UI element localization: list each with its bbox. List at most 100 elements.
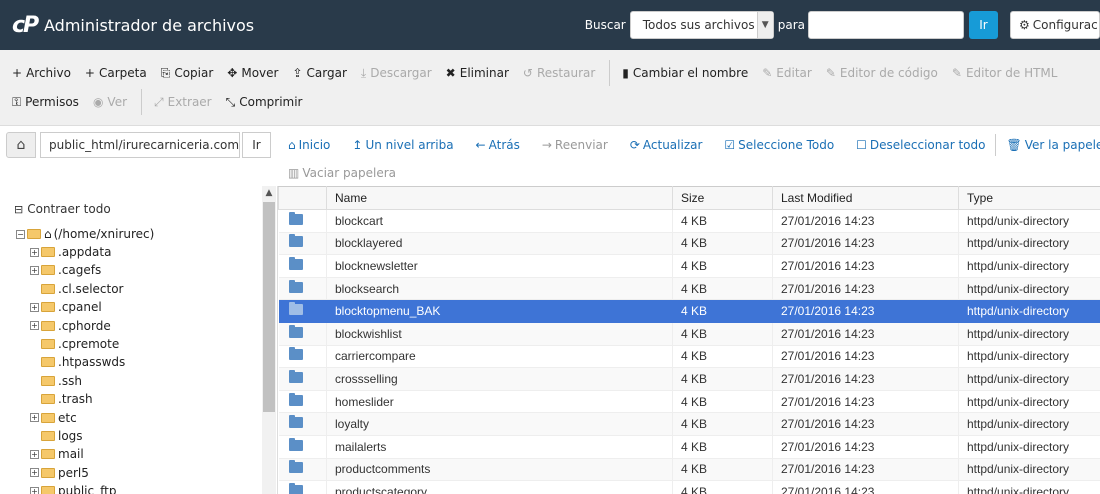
table-row[interactable]: mailalerts 4 KB 27/01/2016 14:23 httpd/unix… bbox=[278, 435, 1100, 459]
table-row[interactable]: loyalty 4 KB 27/01/2016 14:23 httpd/unix-di… bbox=[278, 412, 1100, 436]
table-row[interactable]: blocknewsletter 4 KB 27/01/2016 14:23 httpd… bbox=[278, 254, 1100, 278]
table-row[interactable]: productscategory 4 KB 27/01/2016 14:23 http… bbox=[278, 480, 1100, 494]
settings-button[interactable]: ⚙ Configurac bbox=[1010, 11, 1100, 39]
tree-item[interactable]: .cl.selector bbox=[30, 282, 124, 296]
delete-button[interactable]: ✖ Eliminar bbox=[446, 66, 509, 80]
empty-trash-link[interactable]: ▥ Vaciar papelera bbox=[288, 166, 396, 180]
column-header-type[interactable]: Type bbox=[958, 186, 1100, 210]
home-icon[interactable]: ⌂ bbox=[6, 132, 36, 158]
expand-toggle-icon[interactable]: + bbox=[30, 449, 39, 459]
empty-trash-label: Vaciar papelera bbox=[302, 166, 396, 180]
html-editor-button[interactable]: ✎ Editor de HTML bbox=[952, 66, 1058, 80]
row-icon-cell bbox=[278, 412, 327, 436]
expand-toggle-icon[interactable]: + bbox=[30, 302, 39, 312]
expand-toggle-icon[interactable]: + bbox=[30, 321, 39, 331]
rename-button[interactable]: ▮ Cambiar el nombre bbox=[622, 66, 748, 80]
expand-toggle-icon[interactable]: + bbox=[30, 265, 39, 275]
file-type: httpd/unix-directory bbox=[958, 367, 1100, 391]
row-icon-cell bbox=[278, 390, 327, 414]
upload-button[interactable]: ⇪ Cargar bbox=[292, 66, 346, 80]
back-icon: ← bbox=[475, 138, 486, 152]
expand-toggle-icon[interactable]: + bbox=[30, 247, 39, 257]
collapse-toggle-icon[interactable]: − bbox=[16, 229, 25, 239]
search-input[interactable] bbox=[808, 11, 964, 39]
search-label: Buscar bbox=[584, 18, 626, 32]
search-go-button[interactable]: Ir bbox=[969, 11, 998, 39]
scroll-thumb[interactable] bbox=[263, 202, 275, 412]
file-type: httpd/unix-directory bbox=[958, 209, 1100, 233]
table-row[interactable]: blocktopmenu_BAK 4 KB 27/01/2016 14:23 http… bbox=[278, 299, 1100, 323]
tree-item[interactable]: .trash bbox=[30, 392, 93, 406]
file-type: httpd/unix-directory bbox=[958, 232, 1100, 256]
permissions-button[interactable]: ⚿ Permisos bbox=[12, 95, 79, 110]
select-all-link[interactable]: ☑ Seleccione Todo bbox=[724, 138, 834, 152]
download-button[interactable]: ⤓ Descargar bbox=[361, 66, 432, 81]
column-header-icon[interactable] bbox=[278, 186, 327, 210]
scroll-up-icon[interactable]: ▲ bbox=[262, 186, 276, 200]
cpanel-logo[interactable]: cP bbox=[12, 13, 40, 38]
column-header-modified[interactable]: Last Modified bbox=[772, 186, 959, 210]
up-level-icon: ↥ bbox=[352, 138, 363, 152]
tree-item[interactable]: + mail bbox=[30, 447, 84, 461]
expand-toggle-icon[interactable]: + bbox=[30, 486, 39, 494]
home-link[interactable]: ⌂ Inicio bbox=[288, 138, 330, 152]
expand-toggle-icon[interactable]: + bbox=[30, 413, 39, 423]
table-row[interactable]: crossselling 4 KB 27/01/2016 14:23 httpd/un… bbox=[278, 367, 1100, 391]
tree-item[interactable]: + perl5 bbox=[30, 466, 89, 480]
table-row[interactable]: homeslider 4 KB 27/01/2016 14:23 httpd/unix… bbox=[278, 390, 1100, 414]
back-link[interactable]: ← Atrás bbox=[476, 138, 520, 152]
file-name: blocktopmenu_BAK bbox=[326, 299, 673, 323]
tree-item-label: .htpasswds bbox=[58, 355, 126, 370]
tree-item[interactable]: .ssh bbox=[30, 374, 82, 388]
deselect-all-link[interactable]: ☐ Deseleccionar todo bbox=[856, 138, 985, 152]
column-header-size[interactable]: Size bbox=[672, 186, 773, 210]
restore-button[interactable]: ↺ Restaurar bbox=[523, 66, 595, 80]
tree-scrollbar[interactable]: ▲ bbox=[262, 186, 276, 494]
rename-label: Cambiar el nombre bbox=[632, 66, 749, 80]
edit-button[interactable]: ✎ Editar bbox=[762, 66, 812, 80]
search-scope-select[interactable]: Todos sus archivos ▼ bbox=[629, 11, 774, 39]
forward-link[interactable]: → Reenviar bbox=[542, 138, 608, 152]
table-row[interactable]: blocksearch 4 KB 27/01/2016 14:23 httpd/uni… bbox=[278, 277, 1100, 301]
trash-icon: ▥ bbox=[288, 166, 300, 180]
table-row[interactable]: blocklayered 4 KB 27/01/2016 14:23 httpd/un… bbox=[278, 232, 1100, 256]
extract-button[interactable]: ⤢ Extraer bbox=[154, 95, 212, 110]
collapse-all-link[interactable]: ⊟ Contraer todo bbox=[14, 202, 111, 216]
tree-item[interactable]: + .cphorde bbox=[30, 319, 111, 333]
move-button[interactable]: ✥ Mover bbox=[227, 66, 278, 80]
table-row[interactable]: carriercompare 4 KB 27/01/2016 14:23 httpd/… bbox=[278, 345, 1100, 369]
row-icon-cell bbox=[278, 322, 327, 346]
copy-button[interactable]: ⎘ Copiar bbox=[161, 66, 214, 81]
table-row[interactable]: blockwishlist 4 KB 27/01/2016 14:23 httpd/u… bbox=[278, 322, 1100, 346]
expand-toggle-icon[interactable]: + bbox=[30, 468, 39, 478]
tree-item[interactable]: .htpasswds bbox=[30, 355, 125, 369]
column-header-name[interactable]: Name bbox=[326, 186, 673, 210]
row-icon-cell bbox=[278, 435, 327, 459]
tree-item[interactable]: + .appdata bbox=[30, 245, 111, 259]
extract-icon: ⤢ bbox=[154, 94, 164, 109]
compress-button[interactable]: ⤡ Comprimir bbox=[226, 95, 303, 110]
view-label: Ver bbox=[107, 95, 128, 109]
row-icon-cell bbox=[278, 299, 327, 323]
tree-item[interactable]: + .cpanel bbox=[30, 300, 102, 314]
file-size: 4 KB bbox=[672, 232, 773, 256]
refresh-link[interactable]: ⟳ Actualizar bbox=[630, 138, 703, 152]
table-row[interactable]: productcomments 4 KB 27/01/2016 14:23 httpd… bbox=[278, 458, 1100, 482]
path-input[interactable]: public_html/irurecarniceria.com/t bbox=[40, 132, 240, 158]
file-type: httpd/unix-directory bbox=[958, 322, 1100, 346]
path-go-button[interactable]: Ir bbox=[242, 132, 271, 158]
new-file-button[interactable]: + Archivo bbox=[12, 66, 71, 80]
view-button[interactable]: ◉ Ver bbox=[93, 95, 127, 109]
tree-item[interactable]: + .cagefs bbox=[30, 263, 101, 277]
table-row[interactable]: blockcart 4 KB 27/01/2016 14:23 httpd/unix-… bbox=[278, 209, 1100, 233]
code-editor-button[interactable]: ✎ Editor de código bbox=[826, 66, 938, 80]
up-level-link[interactable]: ↥ Un nivel arriba bbox=[352, 138, 453, 152]
file-size: 4 KB bbox=[672, 322, 773, 346]
tree-item[interactable]: + etc bbox=[30, 411, 77, 425]
tree-item[interactable]: logs bbox=[30, 429, 83, 443]
new-folder-button[interactable]: + Carpeta bbox=[85, 66, 147, 80]
tree-root[interactable]: − ⌂ (/home/xnirurec) bbox=[16, 227, 154, 241]
view-trash-link[interactable]: 🗑Ver la papelera bbox=[1006, 138, 1100, 152]
tree-item[interactable]: .cpremote bbox=[30, 337, 119, 351]
tree-item[interactable]: + public_ftp bbox=[30, 484, 116, 494]
